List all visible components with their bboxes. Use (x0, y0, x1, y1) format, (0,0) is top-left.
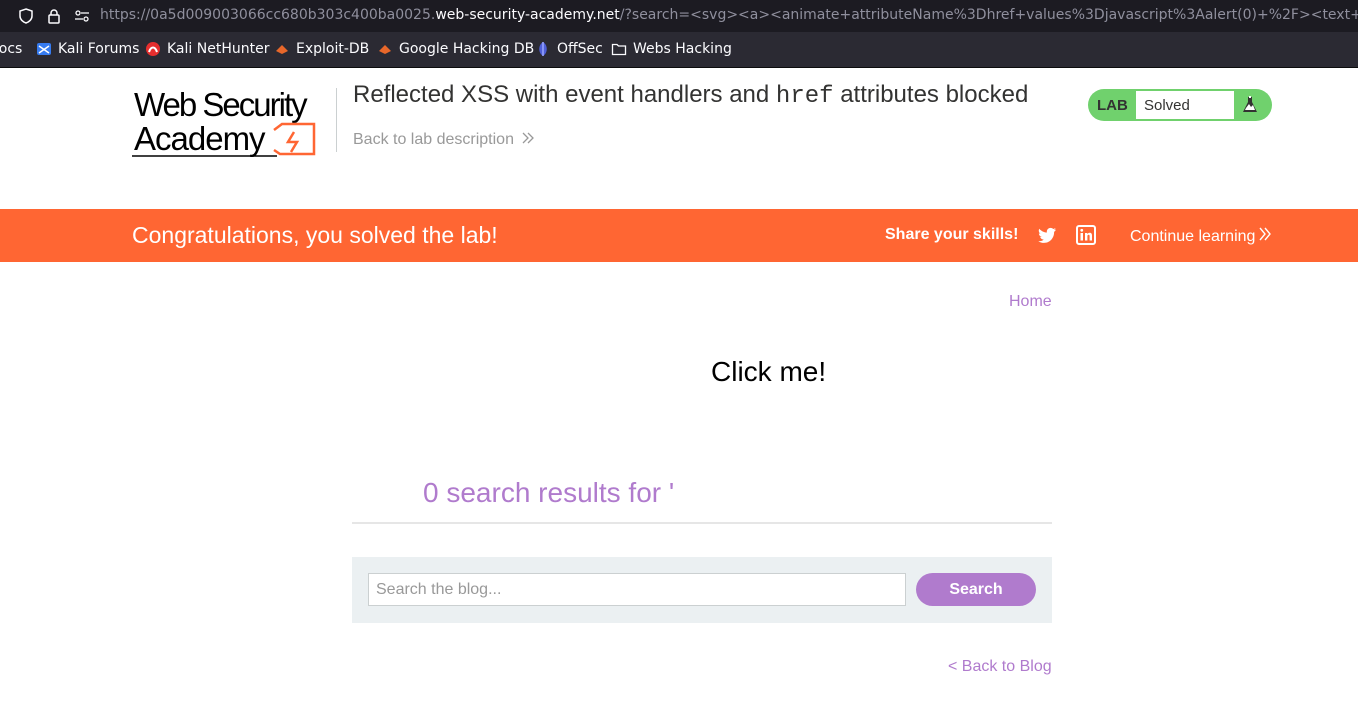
nethunter-icon (145, 41, 161, 57)
shield-icon[interactable] (17, 7, 35, 25)
twitter-icon[interactable] (1037, 225, 1057, 245)
url-prefix: https://0a5d009003066cc680b303c400ba0025… (100, 7, 436, 23)
bookmark-label: OffSec (557, 41, 603, 57)
bookmark-label: Exploit-DB (296, 41, 370, 57)
bookmark-label: Kali NetHunter (167, 41, 270, 57)
injected-click-me-link[interactable]: Click me! (711, 356, 826, 388)
bookmark-webs-hacking[interactable]: Webs Hacking (611, 41, 732, 57)
lab-title-code: href (775, 83, 834, 110)
browser-url-bar[interactable]: https://0a5d009003066cc680b303c400ba0025… (0, 0, 1358, 32)
search-input[interactable] (368, 573, 906, 606)
lab-title-part-2: attributes blocked (833, 81, 1029, 108)
bookmark-label: Webs Hacking (633, 41, 732, 57)
back-to-lab-description-label: Back to lab description (353, 131, 514, 148)
kali-forums-icon (36, 41, 52, 57)
bookmark-label: Kali Forums (58, 41, 140, 57)
web-security-academy-logo[interactable]: Web Security Academy (132, 86, 337, 160)
bookmark-offsec[interactable]: OffSec (535, 41, 603, 57)
ghdb-icon (377, 41, 393, 57)
double-chevron-right-icon (522, 131, 534, 149)
double-chevron-right-icon (1259, 227, 1272, 246)
lab-title-part-1: Reflected XSS with event handlers and (353, 81, 776, 108)
bookmarks-toolbar: Docs Kali Forums Kali NetHunter Exploit-… (0, 32, 1358, 68)
logo-line-1: Web Security (134, 86, 308, 123)
bookmark-google-hacking-db[interactable]: Google Hacking DB (377, 41, 534, 57)
bookmark-kali-nethunter[interactable]: Kali NetHunter (145, 41, 269, 57)
share-skills-label: Share your skills! (885, 226, 1019, 243)
bookmark-label: Google Hacking DB (399, 41, 535, 57)
permissions-icon[interactable] (73, 7, 91, 25)
lab-status-widget: LAB Solved (1088, 89, 1272, 121)
linkedin-icon[interactable] (1076, 225, 1096, 245)
continue-learning-label: Continue learning (1130, 227, 1256, 245)
bookmark-kali-forums[interactable]: Kali Forums (36, 41, 139, 57)
bookmark-docs[interactable]: Docs (0, 41, 22, 57)
exploit-db-icon (274, 41, 290, 57)
solved-message: Congratulations, you solved the lab! (132, 222, 498, 248)
bookmark-label: Docs (0, 41, 23, 57)
lab-status-label: LAB (1097, 97, 1128, 114)
lock-icon[interactable] (45, 7, 63, 25)
bookmark-exploit-db[interactable]: Exploit-DB (274, 41, 369, 57)
results-divider (352, 522, 1052, 524)
lab-status-box: Solved (1136, 91, 1234, 119)
continue-learning-link[interactable]: Continue learning (1130, 227, 1272, 246)
logo-line-2: Academy (134, 120, 266, 157)
folder-icon (611, 41, 627, 57)
header-divider (336, 88, 337, 152)
flask-icon (1240, 95, 1260, 115)
url-host: web-security-academy.net (435, 7, 620, 23)
search-button[interactable]: Search (916, 573, 1036, 606)
url-path: /?search=<svg><a><animate+attributeName%… (619, 7, 1358, 23)
search-results-heading: 0 search results for ' (423, 477, 675, 508)
back-to-lab-description-link[interactable]: Back to lab description (353, 131, 534, 149)
search-form: Search (352, 557, 1052, 623)
back-to-blog-link[interactable]: < Back to Blog (948, 658, 1052, 676)
url-text[interactable]: https://0a5d009003066cc680b303c400ba0025… (100, 7, 1358, 23)
lab-title: Reflected XSS with event handlers and hr… (353, 81, 1028, 110)
offsec-icon (535, 41, 551, 57)
home-link[interactable]: Home (1009, 293, 1052, 311)
lab-status-value: Solved (1144, 97, 1190, 114)
lab-solved-banner: Congratulations, you solved the lab! Sha… (0, 209, 1358, 262)
